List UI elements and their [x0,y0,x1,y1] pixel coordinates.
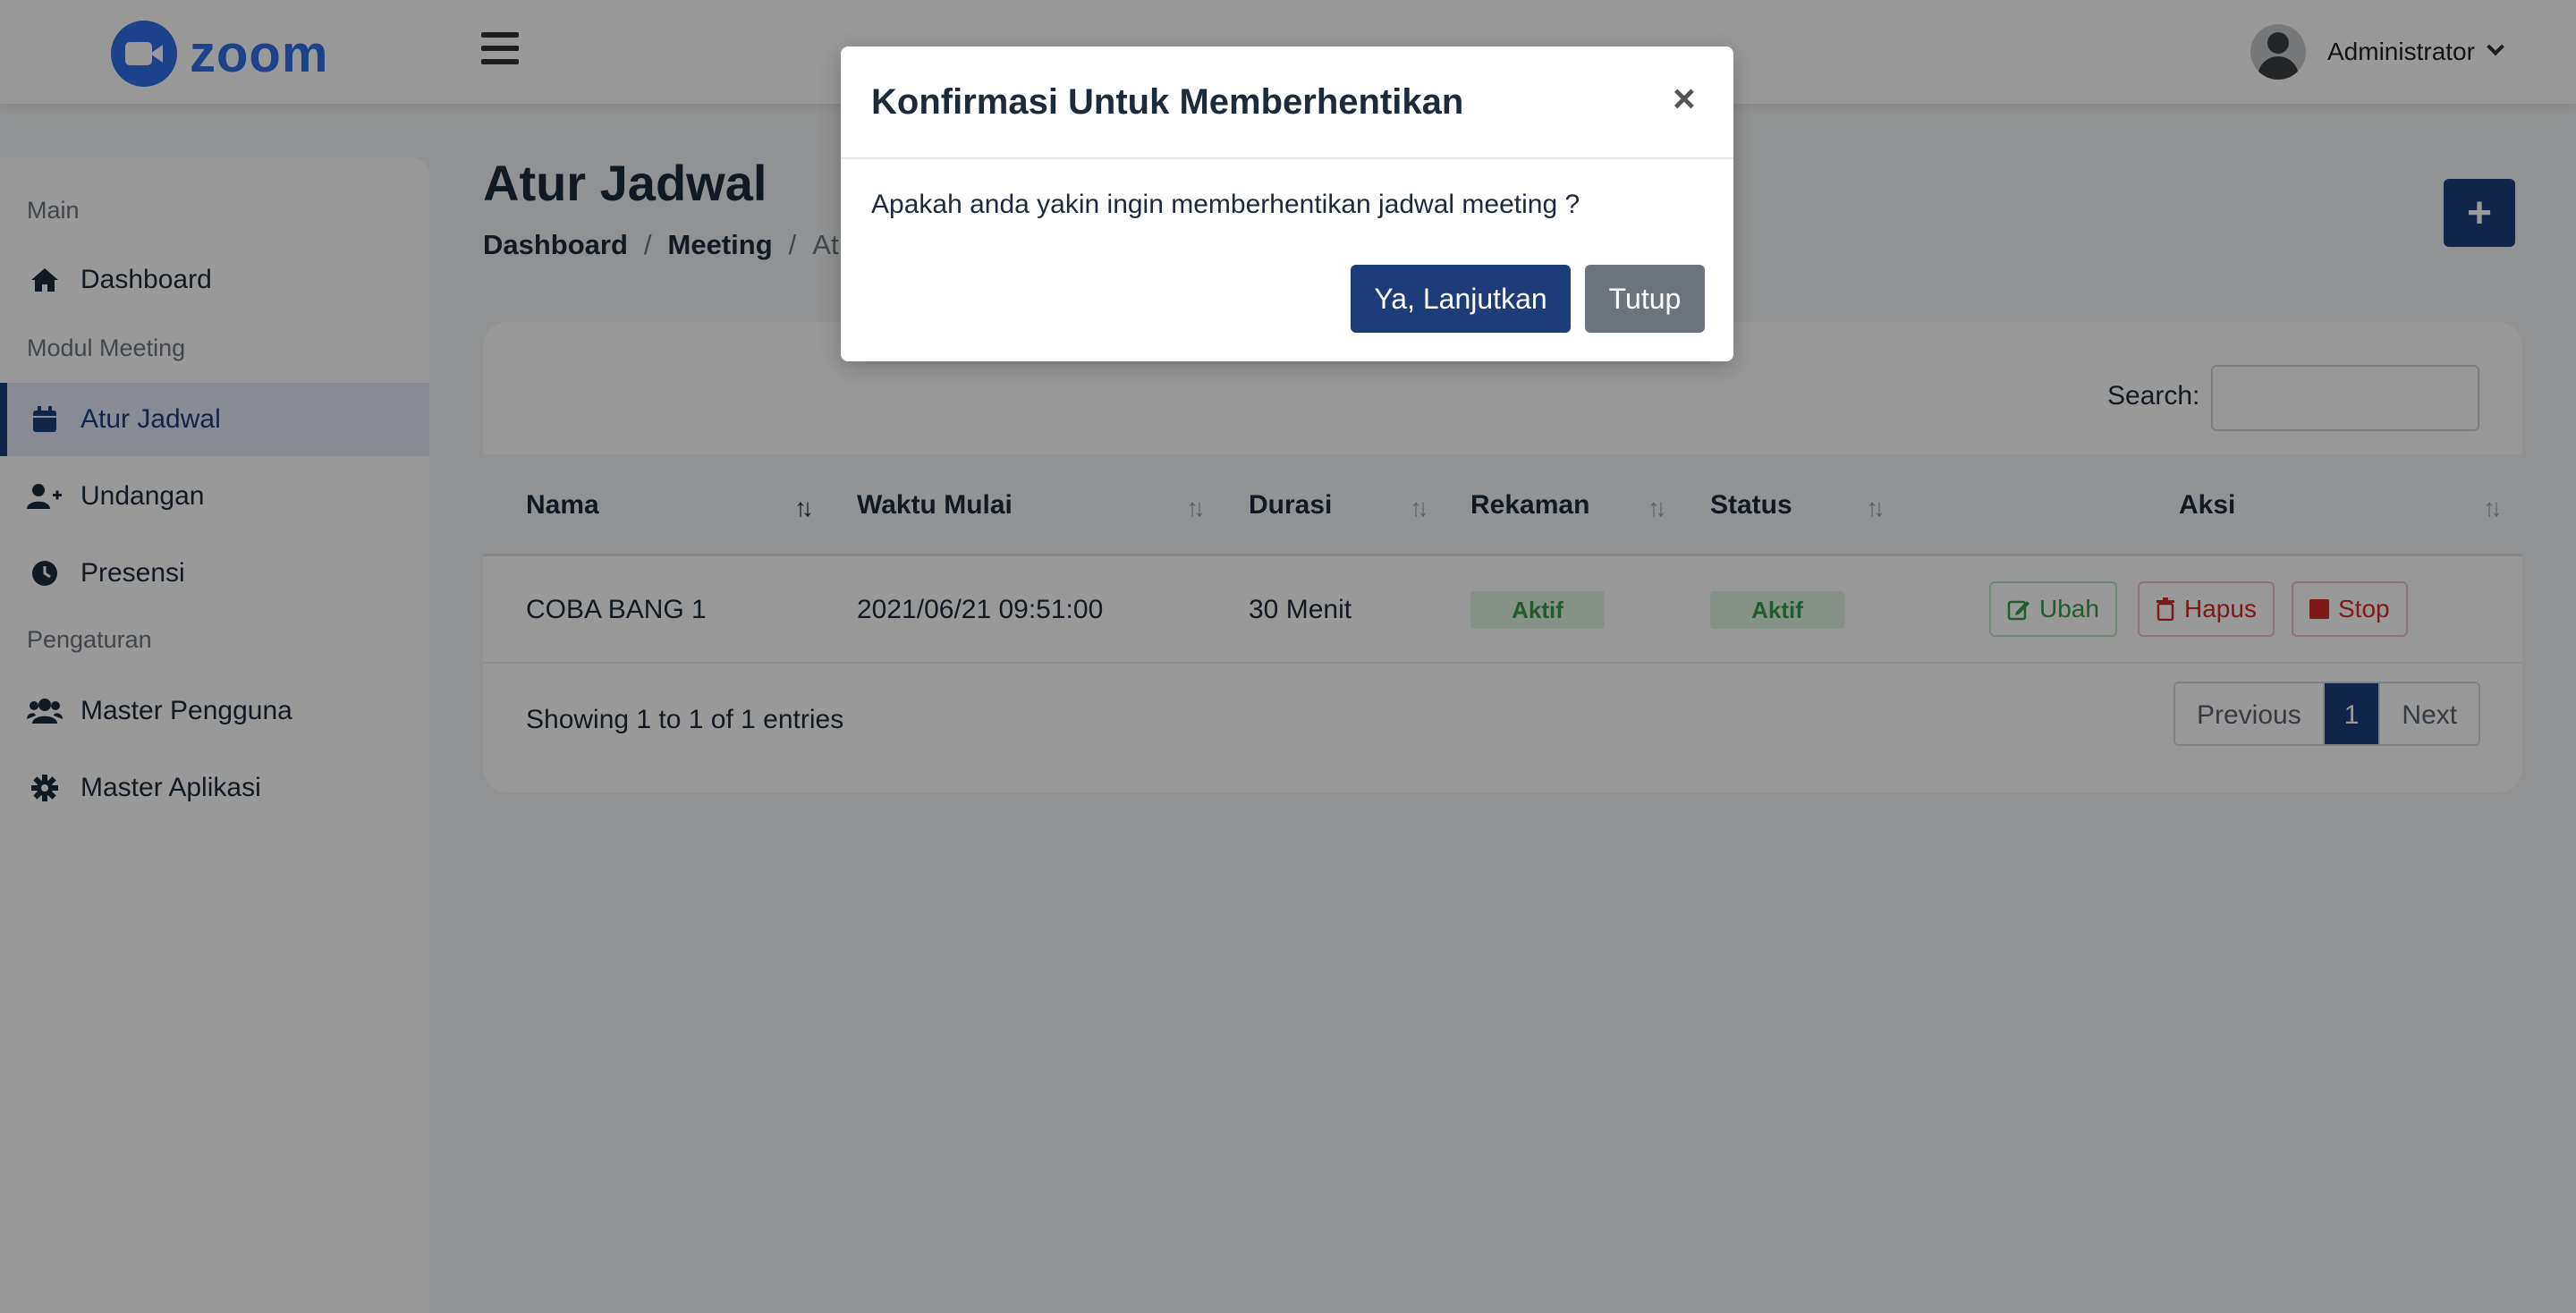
cancel-button[interactable]: Tutup [1585,265,1705,333]
modal-header: Konfirmasi Untuk Memberhentikan × [841,47,1733,159]
modal-message: Apakah anda yakin ingin memberhentikan j… [871,190,1580,219]
modal-title: Konfirmasi Untuk Memberhentikan [871,82,1464,122]
close-icon[interactable]: × [1673,77,1696,122]
confirm-button[interactable]: Ya, Lanjutkan [1351,265,1571,333]
confirm-stop-modal: Konfirmasi Untuk Memberhentikan × Apakah… [841,47,1733,361]
